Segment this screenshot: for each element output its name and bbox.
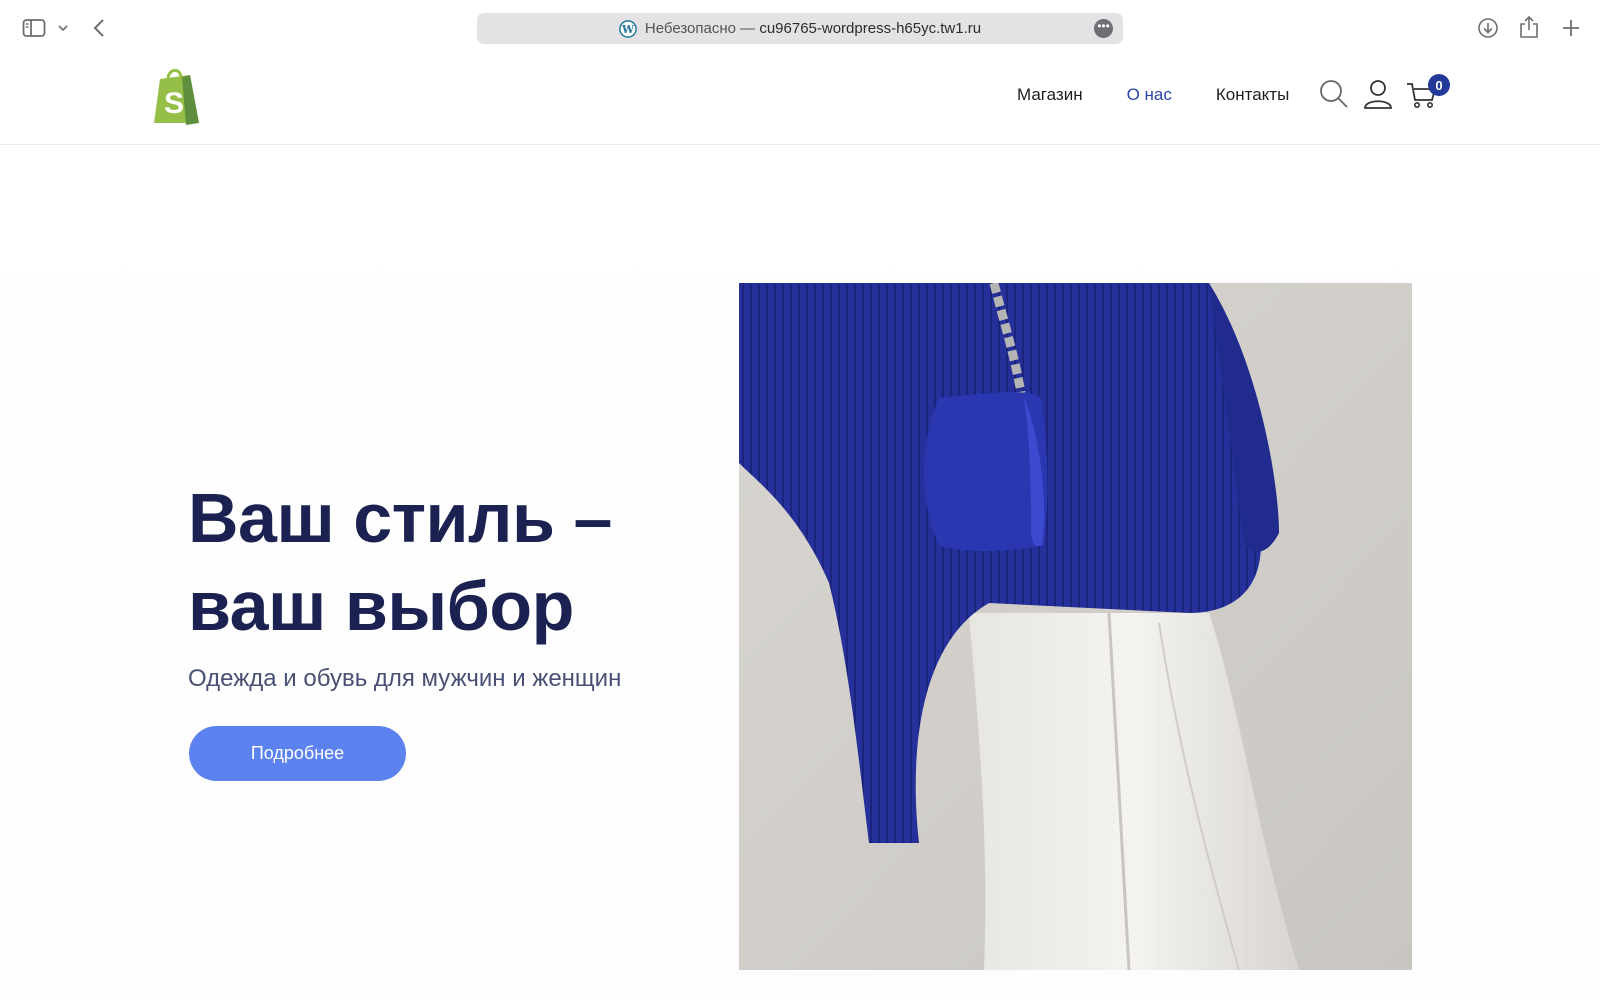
browser-toolbar: W Небезопасно — cu96765-wordpress-h65yc.… xyxy=(0,0,1600,56)
shopify-logo[interactable]: S xyxy=(150,65,206,127)
main-nav: Магазин О нас Контакты xyxy=(1017,85,1289,105)
address-bar[interactable]: W Небезопасно — cu96765-wordpress-h65yc.… xyxy=(477,13,1123,44)
back-icon[interactable] xyxy=(88,16,110,40)
chevron-down-icon[interactable] xyxy=(56,18,70,38)
hero-title: Ваш стиль – ваш выбор xyxy=(188,474,708,650)
wordpress-icon: W xyxy=(619,19,637,38)
share-icon[interactable] xyxy=(1516,13,1542,41)
hero-subtitle: Одежда и обувь для мужчин и женщин xyxy=(188,665,622,692)
search-icon[interactable] xyxy=(1318,78,1350,110)
hero-title-line-1: Ваш стиль – xyxy=(188,479,612,557)
cart-count-badge: 0 xyxy=(1428,74,1450,96)
more-icon[interactable]: ••• xyxy=(1094,19,1113,38)
svg-text:S: S xyxy=(164,87,184,120)
hero-title-line-2: ваш выбор xyxy=(188,567,574,645)
site-header: S Магазин О нас Контакты 0 xyxy=(0,56,1600,145)
user-icon[interactable] xyxy=(1362,78,1394,110)
sidebar-icon[interactable] xyxy=(20,16,48,40)
svg-text:W: W xyxy=(621,23,635,36)
fashion-photo-illustration xyxy=(739,283,1412,970)
security-label: Небезопасно — xyxy=(644,20,756,37)
download-icon[interactable] xyxy=(1475,15,1501,41)
nav-item-shop[interactable]: Магазин xyxy=(1017,85,1083,105)
url-host: cu96765-wordpress-h65yc.tw1.ru xyxy=(759,20,982,37)
nav-item-about[interactable]: О нас xyxy=(1127,85,1172,105)
plus-icon[interactable] xyxy=(1558,15,1584,41)
hero-photo xyxy=(739,283,1412,970)
more-button[interactable]: Подробнее xyxy=(189,726,406,781)
nav-item-contacts[interactable]: Контакты xyxy=(1216,85,1289,105)
